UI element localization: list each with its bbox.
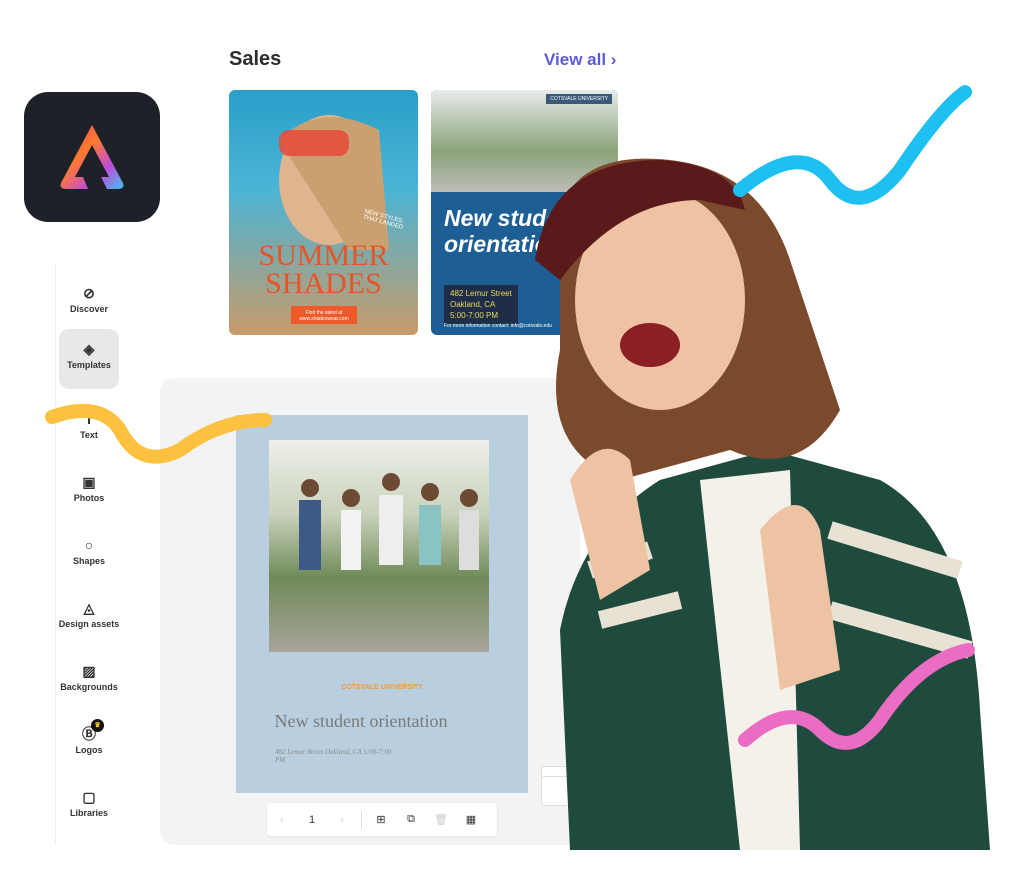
sidebar-item-label: Discover: [69, 304, 109, 314]
section-title: Sales: [229, 48, 282, 70]
library-icon: ▢: [82, 789, 96, 805]
sidebar-item-label: Backgrounds: [60, 682, 118, 692]
students-group-image: [299, 473, 479, 570]
duplicate-icon[interactable]: ⧉: [396, 813, 426, 826]
sidebar-item-design-assets[interactable]: ◬ Design assets: [56, 588, 122, 648]
page-title: New student orientation: [274, 711, 448, 731]
sidebar-item-label: Text: [80, 430, 98, 440]
compass-icon: ⊘: [83, 285, 95, 301]
chevron-left-icon[interactable]: ‹: [267, 814, 297, 826]
sidebar-item-label: Templates: [67, 360, 111, 370]
app-logo: [24, 92, 160, 222]
sidebar-item-libraries[interactable]: ▢ Libraries: [59, 777, 119, 837]
woman-photo: [535, 158, 990, 850]
template-card-summer-shades[interactable]: NEW STYLES THAT LANDED SUMMER SHADES Fin…: [229, 90, 418, 335]
trash-icon[interactable]: 🗑: [426, 813, 456, 826]
page-photo[interactable]: [269, 440, 489, 652]
chevron-right-icon: ›: [610, 50, 617, 69]
add-page-icon[interactable]: ⊞: [366, 813, 396, 826]
card-badge: COTSVALE UNIVERSITY: [546, 94, 612, 104]
sidebar-item-label: Design assets: [58, 619, 120, 629]
premium-crown-icon: ♛: [91, 719, 104, 732]
sidebar-item-discover[interactable]: ⊘ Discover: [59, 273, 119, 333]
sidebar-item-label: Photos: [73, 493, 105, 503]
page-toolbar: ‹ 1 › ⊞ ⧉ 🗑 ▦: [267, 803, 497, 836]
view-all-link[interactable]: View all ›: [544, 50, 616, 70]
sidebar-item-text[interactable]: T Text: [59, 399, 119, 459]
backgrounds-icon: ▨: [82, 663, 96, 679]
card-title: SUMMER SHADES: [258, 239, 389, 300]
view-all-label: View all: [544, 50, 607, 69]
adobe-express-logo: [60, 125, 124, 189]
logo-icon: Ⓑ ♛: [81, 719, 104, 742]
page-university: COTSVALE UNIVERSITY: [341, 684, 423, 691]
sidebar-item-logos[interactable]: Ⓑ ♛ Logos: [59, 714, 119, 774]
sidebar-item-label: Logos: [75, 745, 103, 755]
shape-icon: ○: [84, 537, 94, 553]
sidebar-item-backgrounds[interactable]: ▨ Backgrounds: [56, 651, 122, 711]
sidebar-item-label: Shapes: [72, 556, 105, 566]
image-icon: ▣: [82, 474, 96, 490]
design-assets-icon: ◬: [83, 600, 95, 616]
divider: [361, 810, 362, 829]
text-icon: T: [84, 411, 94, 427]
templates-icon: ◈: [83, 341, 95, 357]
sidebar-item-label: Libraries: [69, 808, 109, 818]
sidebar-item-shapes[interactable]: ○ Shapes: [59, 525, 119, 585]
chevron-right-icon[interactable]: ›: [327, 814, 357, 826]
sidebar-item-photos[interactable]: ▣ Photos: [59, 462, 119, 522]
page-address: 482 Lemur Street Oakland, CA 5:00-7:00 P…: [275, 748, 392, 764]
page-number: 1: [308, 813, 316, 826]
sidebar-item-templates[interactable]: ◈ Templates: [59, 329, 119, 389]
grid-icon[interactable]: ▦: [456, 813, 486, 826]
model-photo: [279, 115, 389, 250]
sidebar: ⊘ Discover ◈ Templates T Text ▣ Photos ○ Shap…: [55, 265, 160, 845]
card-cta: Find the latest at www.shadeswear.com: [291, 306, 357, 324]
